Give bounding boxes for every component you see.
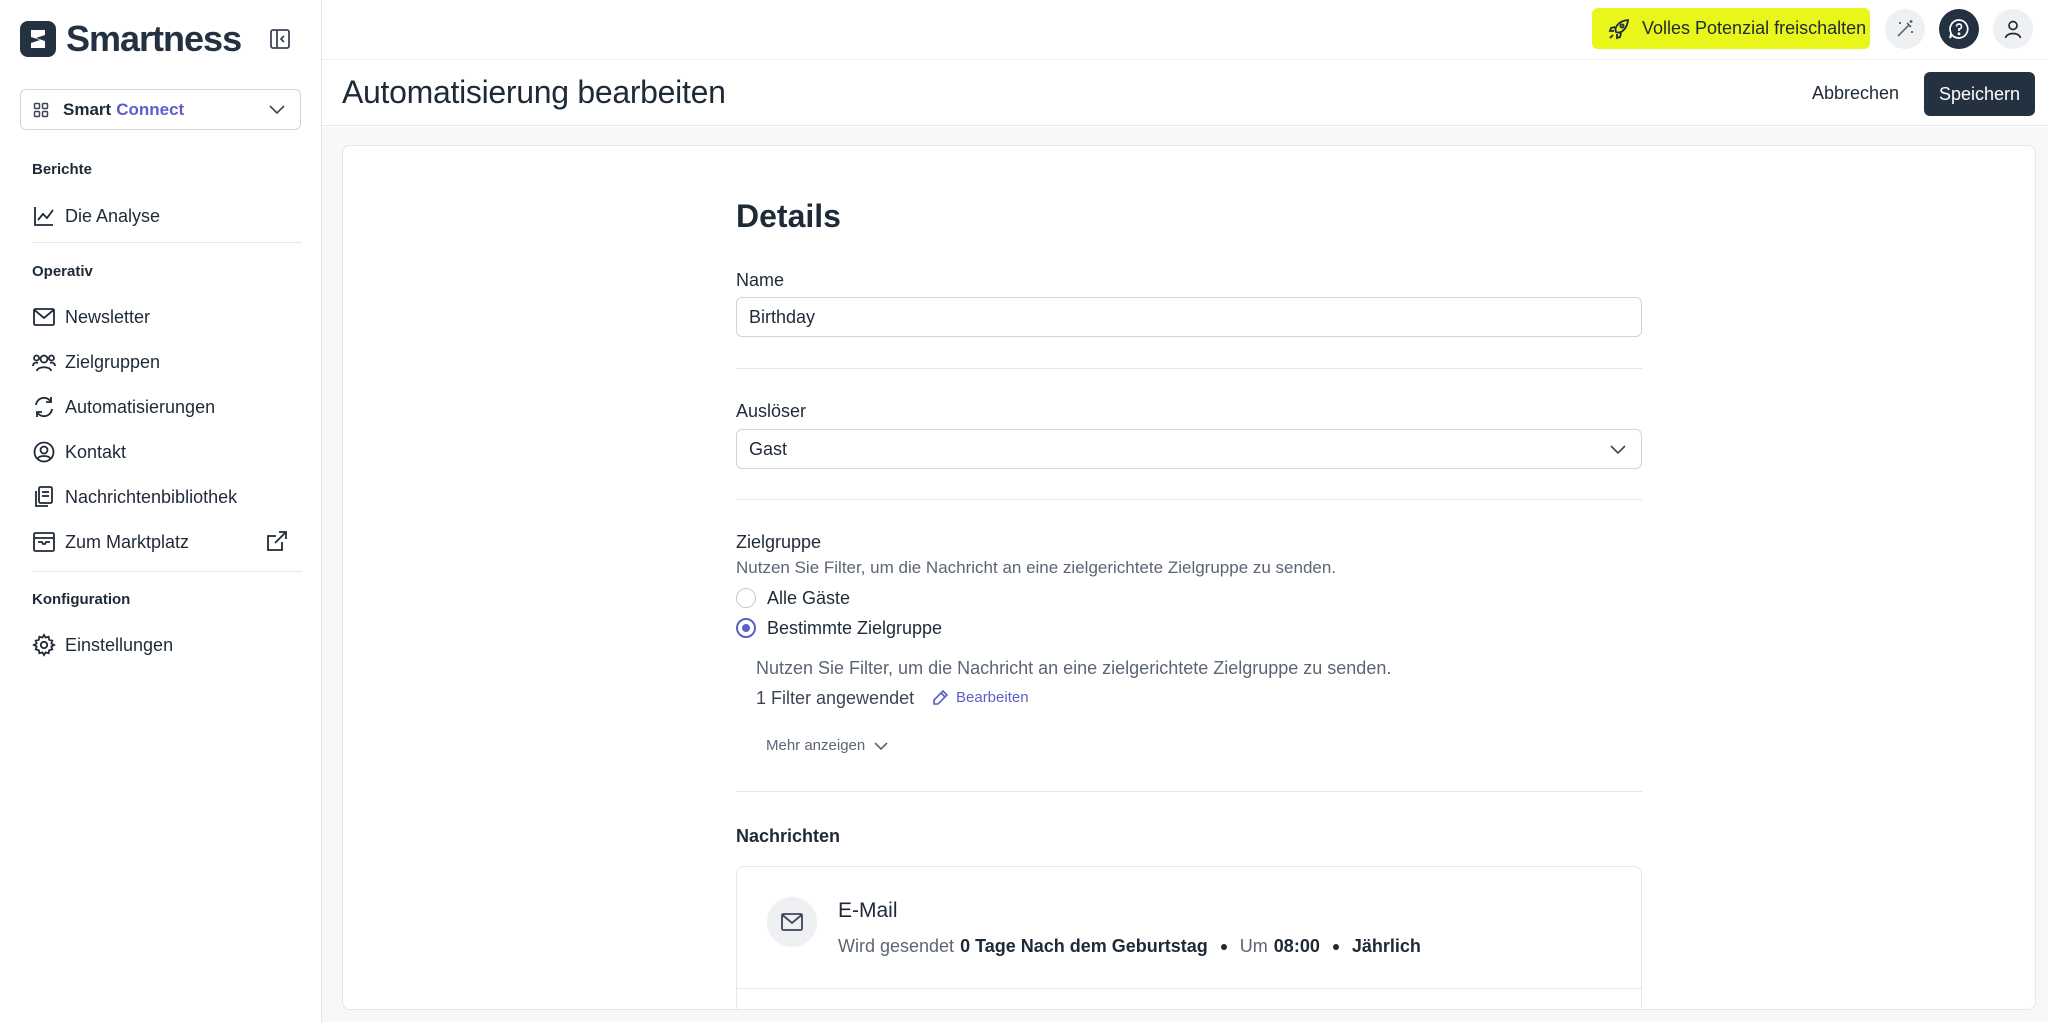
radio-label: Alle Gäste <box>767 587 851 608</box>
documents-icon <box>32 485 56 509</box>
sidebar-item-nachrichtenbibliothek[interactable]: Nachrichtenbibliothek <box>32 479 302 515</box>
show-more-toggle[interactable]: Mehr anzeigen <box>766 737 889 754</box>
section-divider <box>736 368 1642 369</box>
help-icon <box>1948 18 1970 40</box>
save-button[interactable]: Speichern <box>1924 72 2035 116</box>
chevron-down-icon <box>268 102 286 116</box>
sidebar-item-analyse[interactable]: Die Analyse <box>32 198 302 234</box>
users-icon <box>32 350 56 374</box>
radio-specific-audience[interactable]: Bestimmte Zielgruppe <box>736 616 942 640</box>
sidebar-item-label: Die Analyse <box>65 205 161 226</box>
sidebar-divider <box>32 242 302 243</box>
name-input[interactable] <box>736 297 1642 337</box>
magic-wand-button[interactable] <box>1885 9 1925 49</box>
trigger-select[interactable]: Gast <box>736 429 1642 469</box>
sidebar-item-newsletter[interactable]: Newsletter <box>32 299 302 335</box>
radio-label: Bestimmte Zielgruppe <box>767 617 943 638</box>
sidebar: Smartness Smart Connect Berichte Die Ana… <box>0 0 322 1022</box>
sidebar-item-label: Kontakt <box>65 441 127 462</box>
section-label-berichte: Berichte <box>32 161 93 178</box>
radio-button-checked[interactable] <box>736 618 756 638</box>
refresh-icon <box>32 395 56 419</box>
sidebar-item-zielgruppen[interactable]: Zielgruppen <box>32 344 302 380</box>
audience-label: Zielgruppe <box>736 532 822 552</box>
details-heading: Details <box>736 198 841 234</box>
cancel-button[interactable]: Abbrechen <box>1812 83 1899 104</box>
time-prefix: Um <box>1239 936 1268 956</box>
radio-button[interactable] <box>736 588 756 608</box>
collapse-sidebar-icon[interactable] <box>268 27 294 53</box>
sidebar-item-automatisierungen[interactable]: Automatisierungen <box>32 389 302 425</box>
unlock-potential-button[interactable]: Volles Potenzial freischalten <box>1592 8 1870 49</box>
section-label-konfiguration: Konfiguration <box>32 591 131 608</box>
page-header: Automatisierung bearbeiten Abbrechen Spe… <box>322 60 2048 126</box>
message-title: E-Mail <box>838 899 898 922</box>
brand-name: Smartness <box>66 18 242 59</box>
sidebar-item-label: Einstellungen <box>65 634 174 655</box>
page-title: Automatisierung bearbeiten <box>342 74 726 110</box>
filter-help-text: Nutzen Sie Filter, um die Nachricht an e… <box>756 658 1392 678</box>
external-link-icon <box>266 530 288 552</box>
rocket-icon <box>1608 18 1630 40</box>
sidebar-item-label: Zum Marktplatz <box>65 531 190 552</box>
send-timing: 0 Tage Nach dem Geburtstag <box>960 936 1208 956</box>
sidebar-divider <box>32 571 302 572</box>
mail-icon <box>32 305 56 329</box>
help-button[interactable] <box>1939 9 1979 49</box>
user-menu-button[interactable] <box>1993 9 2033 49</box>
show-more-label: Mehr anzeigen <box>766 737 866 754</box>
name-label: Name <box>736 270 785 290</box>
top-bar: Volles Potenzial freischalten <box>322 0 2048 60</box>
sidebar-item-kontakt[interactable]: Kontakt <box>32 434 302 470</box>
edit-filter-link[interactable]: Bearbeiten <box>932 689 1029 706</box>
chart-line-icon <box>32 204 56 228</box>
sidebar-item-label: Newsletter <box>65 306 151 327</box>
audience-help-text: Nutzen Sie Filter, um die Nachricht an e… <box>736 558 1337 577</box>
product-selector[interactable]: Smart Connect <box>20 89 301 130</box>
send-frequency: Jährlich <box>1351 936 1421 956</box>
user-circle-icon <box>32 440 56 464</box>
automation-form-card: Details Name Auslöser Gast Zielgruppe Nu… <box>342 145 2036 1010</box>
magic-wand-icon <box>1895 19 1915 39</box>
send-time: 08:00 <box>1273 936 1320 956</box>
product-name: Smart <box>63 99 112 119</box>
separator-dot <box>1332 943 1339 950</box>
radio-all-guests[interactable]: Alle Gäste <box>736 586 850 610</box>
sidebar-item-label: Automatisierungen <box>65 396 216 417</box>
filter-count: 1 Filter angewendet <box>756 688 915 708</box>
messages-heading: Nachrichten <box>736 826 841 846</box>
trigger-label: Auslöser <box>736 401 807 421</box>
sidebar-item-label: Zielgruppen <box>65 351 161 372</box>
product-suffix: Connect <box>116 99 185 119</box>
gear-icon <box>32 633 56 657</box>
sidebar-item-label: Nachrichtenbibliothek <box>65 486 238 507</box>
mail-icon <box>767 897 817 947</box>
brand-logo[interactable]: Smartness <box>20 18 242 59</box>
sidebar-item-marktplatz[interactable]: Zum Marktplatz <box>32 524 302 560</box>
message-card-divider <box>737 988 1643 989</box>
edit-filter-label: Bearbeiten <box>956 689 1029 706</box>
smartness-logo-icon <box>20 21 56 57</box>
separator-dot <box>1220 943 1227 950</box>
user-icon <box>2003 19 2023 39</box>
message-card-email[interactable]: E-Mail Wird gesendet 0 Tage Nach dem Geb… <box>736 866 1643 1009</box>
trigger-select-value: Gast <box>749 438 788 459</box>
chevron-down-icon <box>1609 442 1627 456</box>
sent-prefix: Wird gesendet <box>838 936 955 956</box>
section-divider <box>736 499 1642 500</box>
section-divider <box>736 791 1642 792</box>
sidebar-item-einstellungen[interactable]: Einstellungen <box>32 627 302 663</box>
message-schedule: Wird gesendet 0 Tage Nach dem Geburtstag… <box>838 936 1421 957</box>
pencil-icon <box>933 689 949 705</box>
grid-icon <box>33 102 49 118</box>
section-label-operativ: Operativ <box>32 263 93 280</box>
archive-icon <box>32 530 56 554</box>
chevron-down-icon <box>874 741 888 750</box>
unlock-potential-label: Volles Potenzial freischalten <box>1642 18 1867 38</box>
